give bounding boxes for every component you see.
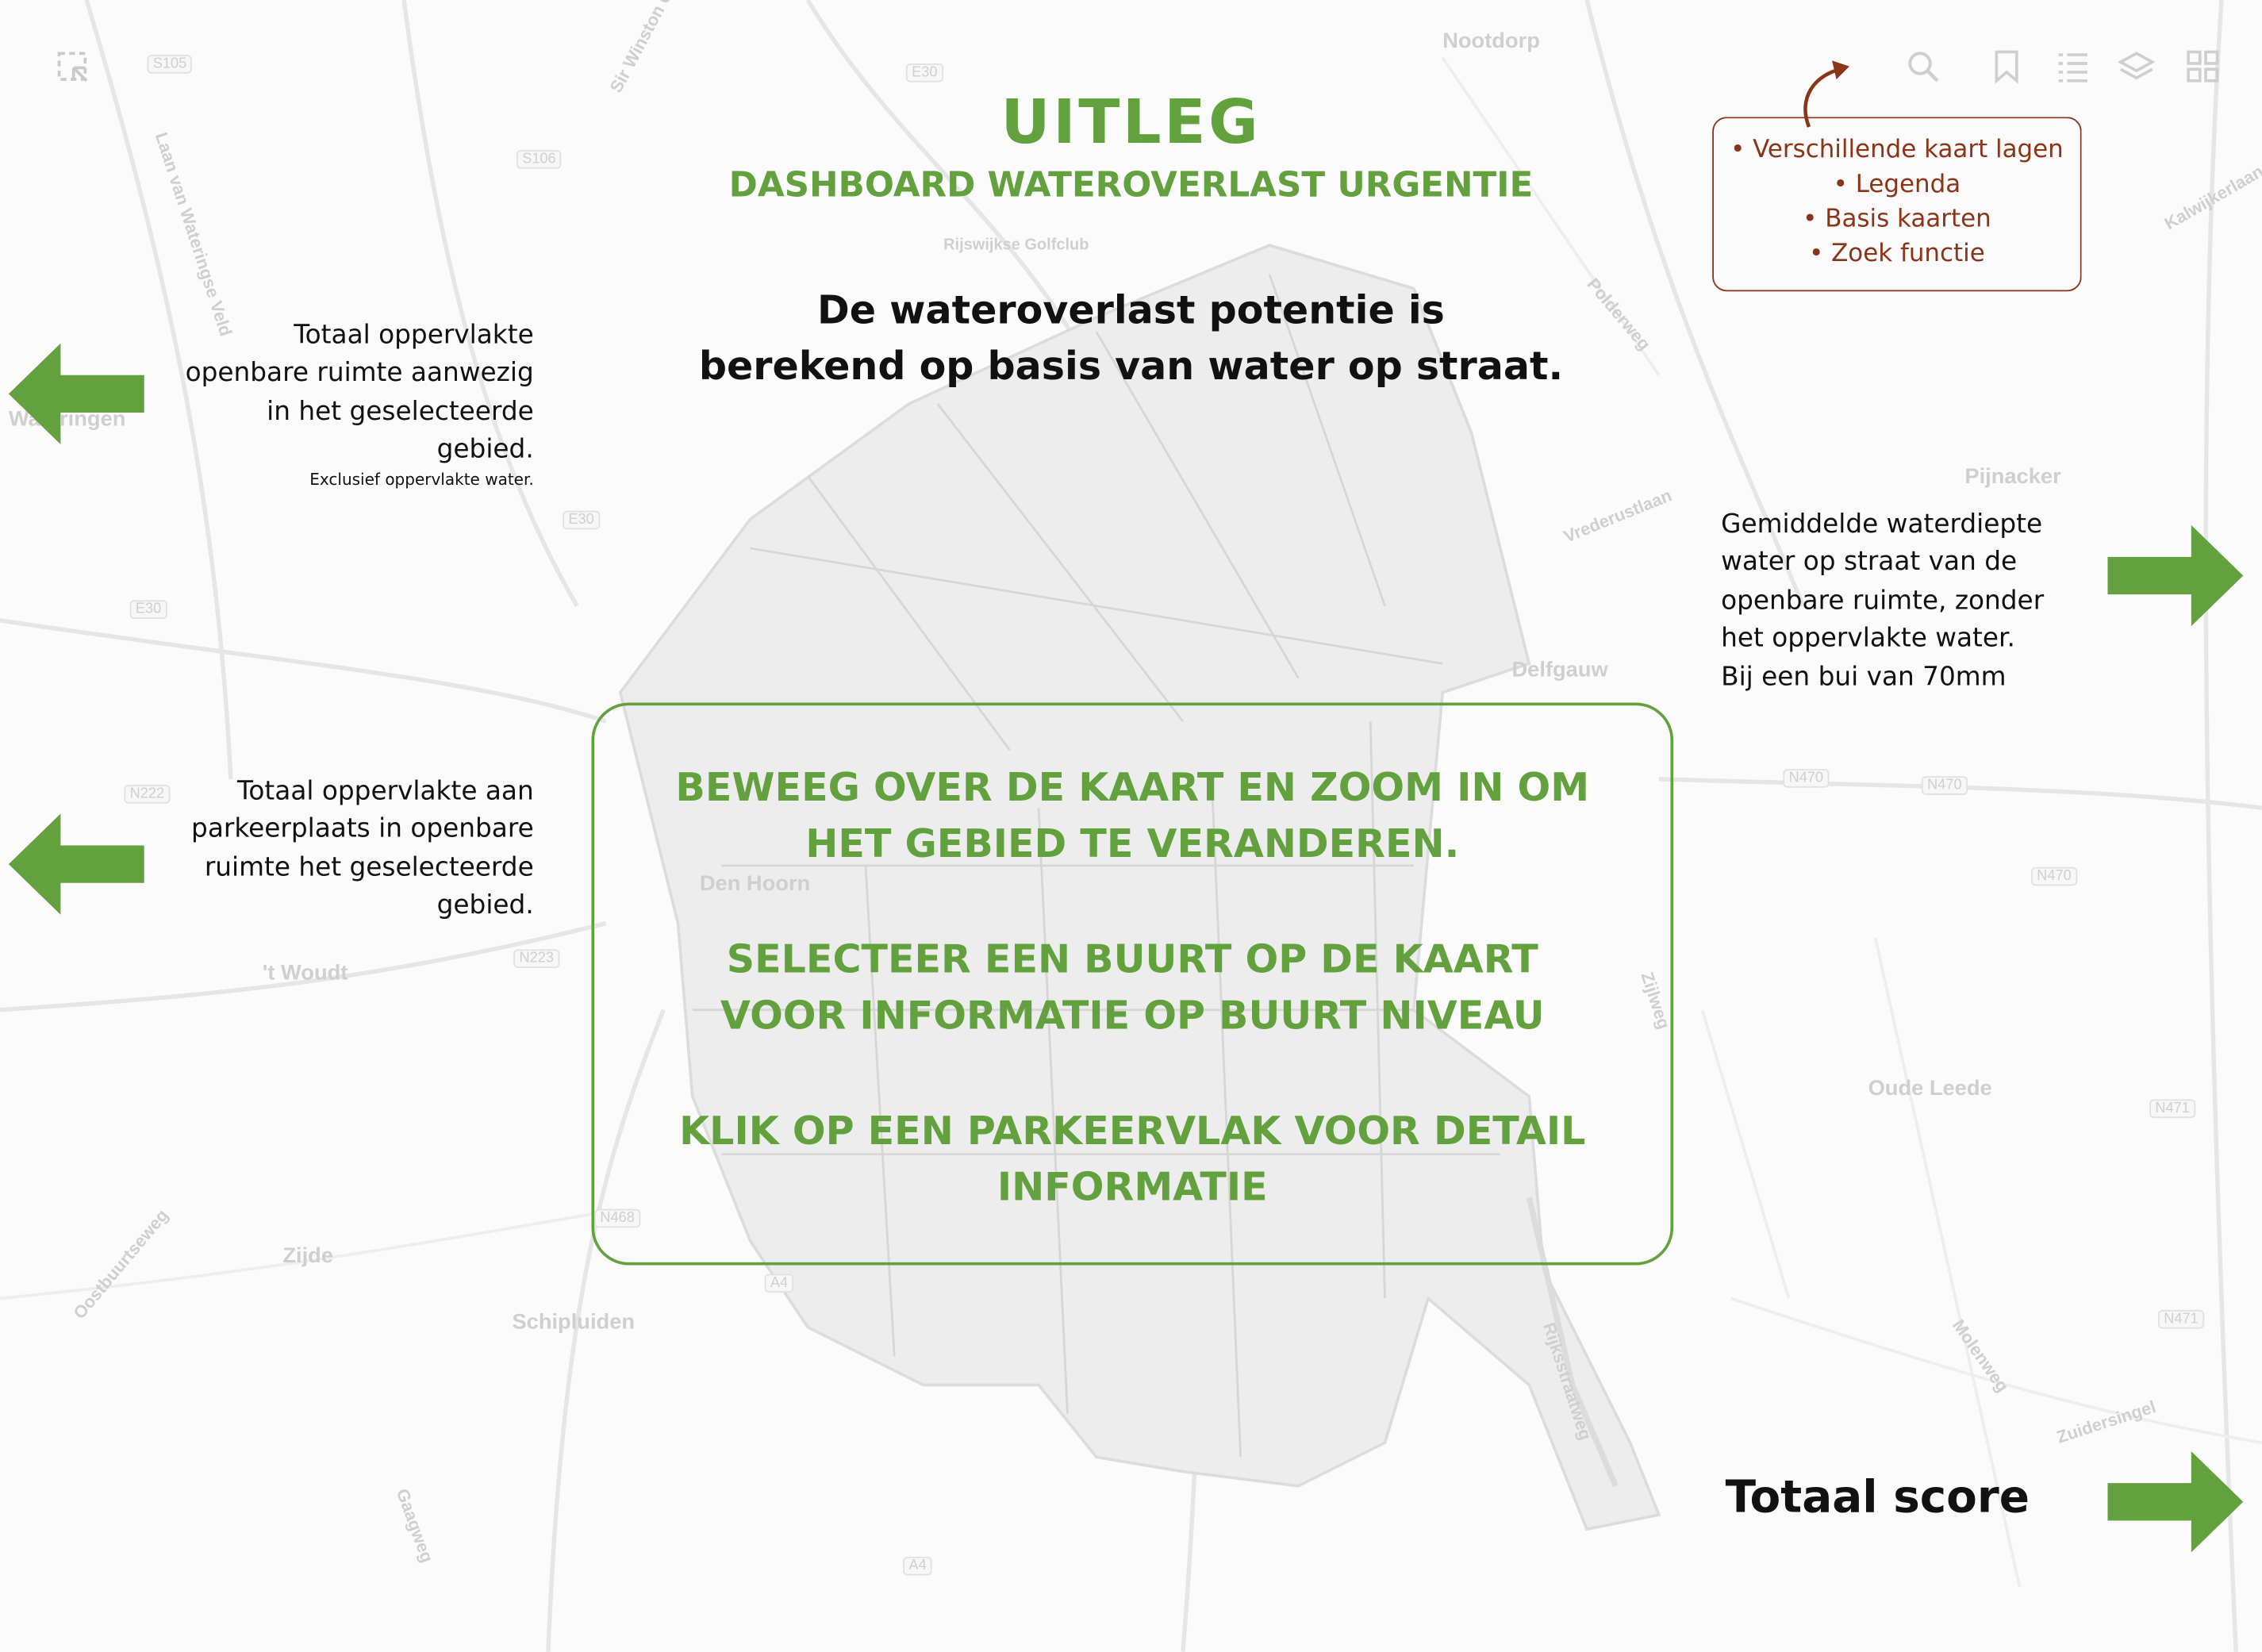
instruction-select-neighborhood: SELECTEER EEN BUURT OP DE KAART VOOR INF…	[594, 932, 1670, 1045]
map-road-label: S105	[147, 55, 193, 74]
note-line: Bij een bui van 70mm	[1721, 661, 2007, 693]
note-line: Totaal oppervlakte	[294, 320, 534, 351]
instructions-box: BEWEEG OVER DE KAART EN ZOOM IN OM HET G…	[591, 702, 1674, 1266]
note-line: openbare ruimte, zonder	[1721, 585, 2045, 617]
layers-icon[interactable]	[2117, 48, 2156, 85]
note-line: water op straat van de	[1721, 547, 2018, 578]
arrow-left-icon	[8, 343, 144, 445]
total-score-label: Totaal score	[1725, 1471, 2030, 1524]
note-footnote: Exclusief oppervlakte water.	[309, 470, 534, 489]
map-place-label: Zijde	[282, 1243, 334, 1269]
instruction-line: HET GEBIED TE VERANDEREN.	[805, 822, 1460, 867]
map-road-label: N471	[2149, 1099, 2196, 1119]
map-road-label: N470	[1783, 769, 1830, 788]
map-place-label: Rijswijkse Golfclub	[943, 236, 1089, 255]
search-icon[interactable]	[1904, 48, 1941, 85]
instruction-line: BEWEEG OVER DE KAART EN ZOOM IN OM	[675, 766, 1590, 811]
bookmark-icon[interactable]	[1987, 48, 2025, 85]
instruction-line: KLIK OP EEN PARKEERVLAK VOOR DETAIL	[679, 1109, 1586, 1154]
map-road-label: N223	[513, 949, 560, 969]
dashboard-explanation-overlay: Nootdorp Pijnacker Delfgauw Den Hoorn 't…	[0, 0, 2262, 1652]
note-line: Gemiddelde waterdiepte	[1721, 509, 2043, 540]
map-road-label: N470	[1921, 776, 1968, 795]
instruction-line: SELECTEER EEN BUURT OP DE KAART	[726, 937, 1538, 983]
map-road-label: N471	[2158, 1309, 2205, 1329]
map-place-label: Oude Leede	[1868, 1076, 1992, 1101]
toolbar-help-item: • Basis kaarten	[1803, 205, 1991, 234]
note-line: gebied.	[436, 434, 534, 465]
map-place-label: Nootdorp	[1442, 29, 1540, 54]
note-line: parkeerplaats in openbare	[191, 814, 534, 845]
map-place-label: Schipluiden	[512, 1309, 636, 1335]
note-line: openbare ruimte aanwezig	[185, 358, 534, 389]
toolbar-help-item: • Legenda	[1833, 170, 1961, 199]
instruction-line: INFORMATIE	[997, 1166, 1268, 1211]
map-road-label: E30	[905, 63, 943, 83]
note-line: gebied.	[436, 890, 534, 921]
toolbar-help-box: • Verschillende kaart lagen • Legenda • …	[1712, 117, 2082, 292]
note-line: in het geselecteerde	[267, 396, 534, 427]
water-depth-note: Gemiddelde waterdiepte water op straat v…	[1721, 506, 2096, 697]
map-place-label: Pijnacker	[1964, 464, 2061, 490]
map-road-label: A4	[903, 1556, 932, 1576]
map-place-label: Delfgauw	[1511, 658, 1608, 683]
instruction-click-parking: KLIK OP EEN PARKEERVLAK VOOR DETAIL INFO…	[594, 1104, 1670, 1216]
arrow-left-icon	[8, 813, 144, 915]
toolbar-help-item: • Verschillende kaart lagen	[1730, 135, 2064, 165]
map-road-label: A4	[764, 1274, 794, 1293]
toolbar-help-item: • Zoek functie	[1809, 239, 1985, 269]
parking-area-note: Totaal oppervlakte aan parkeerplaats in …	[144, 774, 534, 926]
map-road-label: N470	[2031, 866, 2078, 886]
instruction-line: VOOR INFORMATIE OP BUURT NIVEAU	[720, 993, 1545, 1039]
arrow-right-icon	[2107, 524, 2244, 627]
surface-area-note: Totaal oppervlakte openbare ruimte aanwe…	[144, 317, 534, 490]
map-road-label: E30	[563, 510, 601, 530]
map-place-label: 't Woudt	[262, 960, 348, 985]
arrow-right-icon	[2107, 1451, 2244, 1553]
select-area-icon[interactable]	[55, 49, 92, 86]
legend-list-icon[interactable]	[2054, 48, 2091, 85]
note-line: het oppervlakte water.	[1721, 623, 2015, 655]
note-line: Totaal oppervlakte aan	[236, 776, 534, 807]
note-line: ruimte het geselecteerde	[204, 852, 534, 883]
instruction-navigate: BEWEEG OVER DE KAART EN ZOOM IN OM HET G…	[594, 760, 1670, 873]
map-road-label: E30	[129, 600, 167, 620]
basemap-grid-icon[interactable]	[2184, 48, 2222, 85]
